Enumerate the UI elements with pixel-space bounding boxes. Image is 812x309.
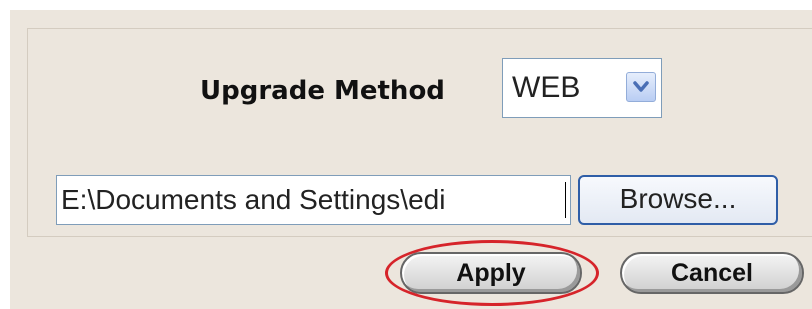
chevron-down-icon bbox=[633, 81, 649, 92]
file-path-value: E:\Documents and Settings\edi bbox=[61, 184, 446, 215]
apply-button[interactable]: Apply bbox=[400, 252, 582, 294]
cancel-button[interactable]: Cancel bbox=[620, 252, 804, 294]
text-caret bbox=[565, 182, 566, 218]
screenshot-frame: Upgrade Method WEB E:\Documents and Sett… bbox=[0, 0, 812, 309]
dropdown-button[interactable] bbox=[626, 72, 656, 102]
upgrade-method-label: Upgrade Method bbox=[200, 76, 445, 106]
browse-button[interactable]: Browse... bbox=[578, 175, 778, 225]
firmware-file-input[interactable]: E:\Documents and Settings\edi bbox=[56, 175, 571, 225]
upgrade-method-select[interactable]: WEB bbox=[502, 58, 662, 118]
upgrade-method-value: WEB bbox=[512, 71, 581, 104]
